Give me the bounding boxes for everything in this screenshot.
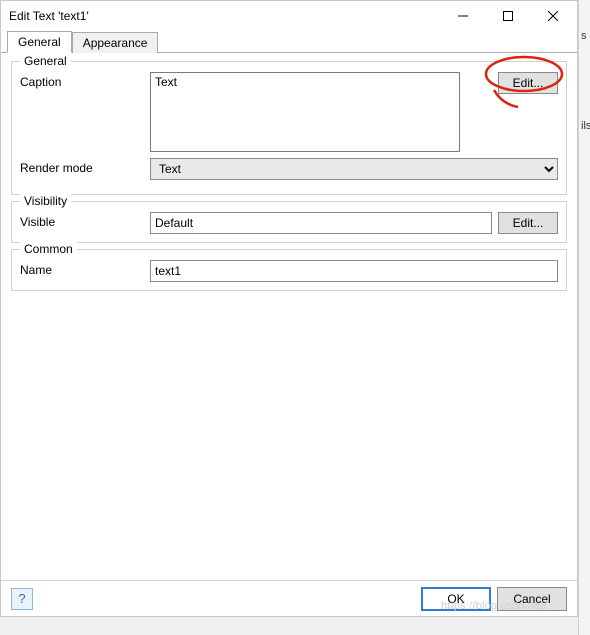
tab-general[interactable]: General [7,31,72,53]
row-caption: Caption Text Edit... [20,72,558,152]
visible-edit-button[interactable]: Edit... [498,212,558,234]
group-visibility: Visibility Visible Edit... [11,201,567,243]
caption-textarea[interactable]: Text [150,72,460,152]
stub-text-2: ils [581,120,590,132]
tab-strip: General Appearance [1,31,577,53]
group-general-legend: General [20,54,71,68]
window-title: Edit Text 'text1' [9,9,440,23]
group-visibility-legend: Visibility [20,194,71,208]
row-rendermode: Render mode Text [20,158,558,180]
rendermode-select[interactable]: Text [150,158,558,180]
ok-button[interactable]: OK [421,587,491,611]
maximize-button[interactable] [485,2,530,30]
visible-label: Visible [20,212,150,229]
row-visible: Visible Edit... [20,212,558,234]
caption-edit-button[interactable]: Edit... [498,72,558,94]
background-window-sliver: s ils [578,0,590,635]
dialog-footer: ? OK Cancel [1,580,577,616]
tab-content: General Caption Text Edit... Render mode… [1,53,577,580]
stub-text-1: s [581,30,587,42]
close-button[interactable] [530,2,575,30]
group-general: General Caption Text Edit... Render mode… [11,61,567,195]
window-buttons [440,2,575,30]
help-icon: ? [18,591,25,606]
cancel-button[interactable]: Cancel [497,587,567,611]
caption-label: Caption [20,72,150,89]
row-name: Name [20,260,558,282]
titlebar: Edit Text 'text1' [1,1,577,31]
help-button[interactable]: ? [11,588,33,610]
name-field[interactable] [150,260,558,282]
tab-appearance[interactable]: Appearance [72,32,159,53]
minimize-button[interactable] [440,2,485,30]
name-label: Name [20,260,150,277]
group-common: Common Name [11,249,567,291]
group-common-legend: Common [20,242,77,256]
dialog-window: Edit Text 'text1' General Appearance Gen… [0,0,578,617]
visible-field[interactable] [150,212,492,234]
rendermode-label: Render mode [20,158,150,175]
